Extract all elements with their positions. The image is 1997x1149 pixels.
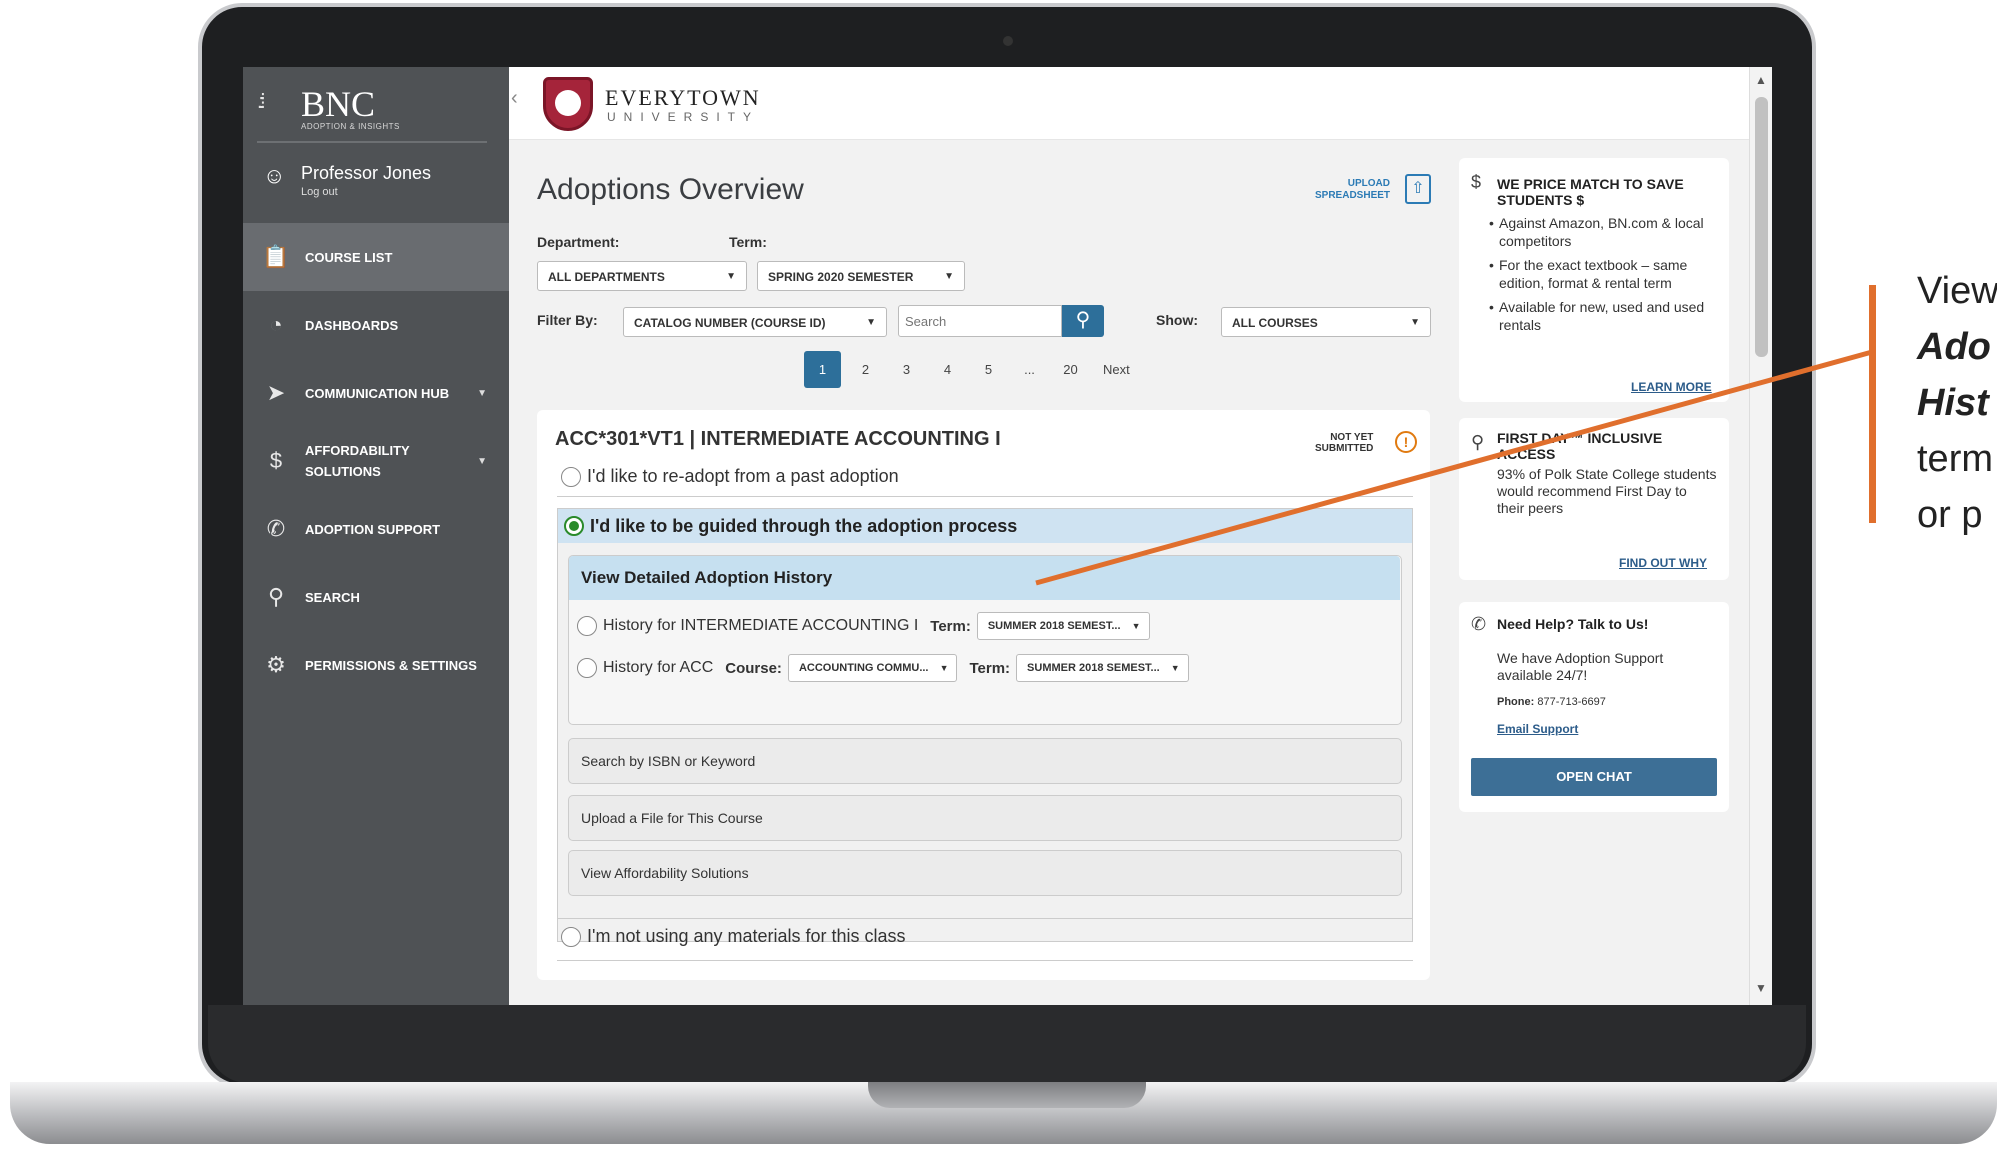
callout-line-3: Hist xyxy=(1917,382,1989,424)
stage: .:⁞ BNC ADOPTION & INSIGHTS ☺ Professor … xyxy=(0,0,1997,1149)
callout-text: View Ado Hist term or p xyxy=(1917,263,1997,543)
callout-line xyxy=(1035,349,1873,586)
callout-line-2: Ado xyxy=(1917,326,1991,368)
callout-bar xyxy=(1869,285,1876,523)
callout-line-5: or p xyxy=(1917,494,1983,536)
callout-line-4: term xyxy=(1917,438,1993,480)
callout-line-1: View xyxy=(1917,270,1997,312)
